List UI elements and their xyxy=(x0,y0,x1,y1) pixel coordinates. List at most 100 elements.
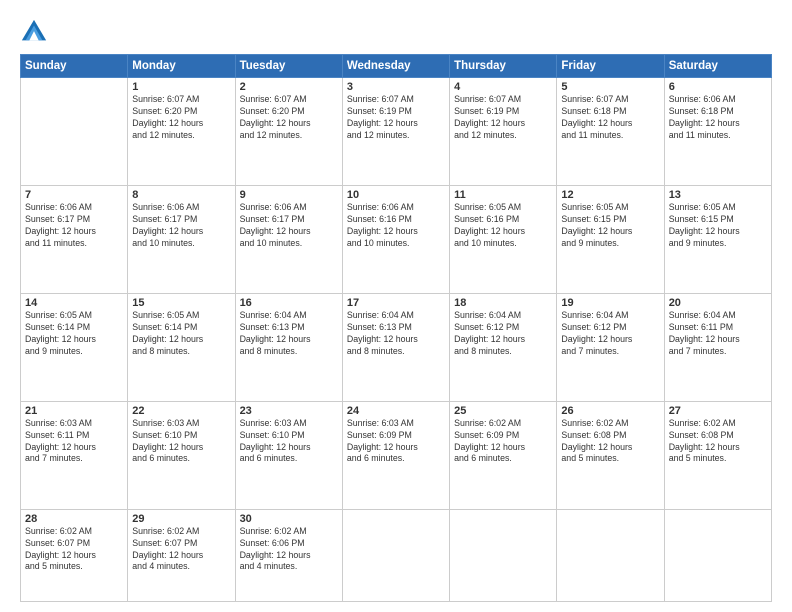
day-number: 22 xyxy=(132,405,230,417)
day-info: Sunrise: 6:05 AM Sunset: 6:16 PM Dayligh… xyxy=(454,202,552,250)
calendar-cell: 15Sunrise: 6:05 AM Sunset: 6:14 PM Dayli… xyxy=(128,293,235,401)
day-info: Sunrise: 6:06 AM Sunset: 6:16 PM Dayligh… xyxy=(347,202,445,250)
day-number: 5 xyxy=(561,81,659,93)
calendar-cell: 21Sunrise: 6:03 AM Sunset: 6:11 PM Dayli… xyxy=(21,401,128,509)
weekday-header-sunday: Sunday xyxy=(21,55,128,78)
day-info: Sunrise: 6:04 AM Sunset: 6:11 PM Dayligh… xyxy=(669,310,767,358)
calendar-cell: 28Sunrise: 6:02 AM Sunset: 6:07 PM Dayli… xyxy=(21,509,128,601)
weekday-header-row: SundayMondayTuesdayWednesdayThursdayFrid… xyxy=(21,55,772,78)
day-info: Sunrise: 6:05 AM Sunset: 6:14 PM Dayligh… xyxy=(132,310,230,358)
day-number: 13 xyxy=(669,189,767,201)
calendar-cell: 19Sunrise: 6:04 AM Sunset: 6:12 PM Dayli… xyxy=(557,293,664,401)
calendar-cell xyxy=(342,509,449,601)
day-number: 27 xyxy=(669,405,767,417)
calendar-cell xyxy=(664,509,771,601)
day-number: 3 xyxy=(347,81,445,93)
calendar-cell xyxy=(557,509,664,601)
week-row-3: 14Sunrise: 6:05 AM Sunset: 6:14 PM Dayli… xyxy=(21,293,772,401)
calendar-cell: 8Sunrise: 6:06 AM Sunset: 6:17 PM Daylig… xyxy=(128,185,235,293)
day-info: Sunrise: 6:02 AM Sunset: 6:09 PM Dayligh… xyxy=(454,418,552,466)
day-number: 2 xyxy=(240,81,338,93)
calendar-cell: 25Sunrise: 6:02 AM Sunset: 6:09 PM Dayli… xyxy=(450,401,557,509)
calendar-cell: 18Sunrise: 6:04 AM Sunset: 6:12 PM Dayli… xyxy=(450,293,557,401)
day-info: Sunrise: 6:03 AM Sunset: 6:11 PM Dayligh… xyxy=(25,418,123,466)
week-row-4: 21Sunrise: 6:03 AM Sunset: 6:11 PM Dayli… xyxy=(21,401,772,509)
day-info: Sunrise: 6:06 AM Sunset: 6:18 PM Dayligh… xyxy=(669,94,767,142)
day-info: Sunrise: 6:03 AM Sunset: 6:09 PM Dayligh… xyxy=(347,418,445,466)
day-number: 16 xyxy=(240,297,338,309)
day-info: Sunrise: 6:07 AM Sunset: 6:20 PM Dayligh… xyxy=(240,94,338,142)
day-number: 6 xyxy=(669,81,767,93)
calendar-cell: 1Sunrise: 6:07 AM Sunset: 6:20 PM Daylig… xyxy=(128,78,235,186)
calendar-cell: 3Sunrise: 6:07 AM Sunset: 6:19 PM Daylig… xyxy=(342,78,449,186)
calendar-cell: 24Sunrise: 6:03 AM Sunset: 6:09 PM Dayli… xyxy=(342,401,449,509)
logo xyxy=(20,18,52,46)
weekday-header-saturday: Saturday xyxy=(664,55,771,78)
day-info: Sunrise: 6:07 AM Sunset: 6:19 PM Dayligh… xyxy=(347,94,445,142)
day-number: 10 xyxy=(347,189,445,201)
week-row-5: 28Sunrise: 6:02 AM Sunset: 6:07 PM Dayli… xyxy=(21,509,772,601)
day-info: Sunrise: 6:02 AM Sunset: 6:07 PM Dayligh… xyxy=(25,526,123,574)
day-number: 28 xyxy=(25,513,123,525)
day-number: 8 xyxy=(132,189,230,201)
day-number: 12 xyxy=(561,189,659,201)
day-number: 24 xyxy=(347,405,445,417)
calendar-cell: 13Sunrise: 6:05 AM Sunset: 6:15 PM Dayli… xyxy=(664,185,771,293)
calendar-cell: 9Sunrise: 6:06 AM Sunset: 6:17 PM Daylig… xyxy=(235,185,342,293)
calendar-cell: 16Sunrise: 6:04 AM Sunset: 6:13 PM Dayli… xyxy=(235,293,342,401)
calendar-cell: 30Sunrise: 6:02 AM Sunset: 6:06 PM Dayli… xyxy=(235,509,342,601)
weekday-header-monday: Monday xyxy=(128,55,235,78)
day-number: 26 xyxy=(561,405,659,417)
day-number: 9 xyxy=(240,189,338,201)
day-info: Sunrise: 6:07 AM Sunset: 6:20 PM Dayligh… xyxy=(132,94,230,142)
day-info: Sunrise: 6:06 AM Sunset: 6:17 PM Dayligh… xyxy=(132,202,230,250)
calendar-cell: 26Sunrise: 6:02 AM Sunset: 6:08 PM Dayli… xyxy=(557,401,664,509)
calendar-cell: 29Sunrise: 6:02 AM Sunset: 6:07 PM Dayli… xyxy=(128,509,235,601)
day-number: 18 xyxy=(454,297,552,309)
day-number: 17 xyxy=(347,297,445,309)
day-number: 25 xyxy=(454,405,552,417)
header xyxy=(20,18,772,46)
day-info: Sunrise: 6:02 AM Sunset: 6:08 PM Dayligh… xyxy=(669,418,767,466)
calendar-cell: 11Sunrise: 6:05 AM Sunset: 6:16 PM Dayli… xyxy=(450,185,557,293)
day-number: 21 xyxy=(25,405,123,417)
day-info: Sunrise: 6:02 AM Sunset: 6:07 PM Dayligh… xyxy=(132,526,230,574)
day-info: Sunrise: 6:04 AM Sunset: 6:13 PM Dayligh… xyxy=(347,310,445,358)
day-number: 19 xyxy=(561,297,659,309)
day-info: Sunrise: 6:07 AM Sunset: 6:18 PM Dayligh… xyxy=(561,94,659,142)
day-info: Sunrise: 6:03 AM Sunset: 6:10 PM Dayligh… xyxy=(240,418,338,466)
calendar-cell xyxy=(450,509,557,601)
calendar-cell: 20Sunrise: 6:04 AM Sunset: 6:11 PM Dayli… xyxy=(664,293,771,401)
calendar-cell: 5Sunrise: 6:07 AM Sunset: 6:18 PM Daylig… xyxy=(557,78,664,186)
weekday-header-friday: Friday xyxy=(557,55,664,78)
day-number: 4 xyxy=(454,81,552,93)
calendar-cell: 27Sunrise: 6:02 AM Sunset: 6:08 PM Dayli… xyxy=(664,401,771,509)
calendar-cell: 23Sunrise: 6:03 AM Sunset: 6:10 PM Dayli… xyxy=(235,401,342,509)
day-info: Sunrise: 6:04 AM Sunset: 6:13 PM Dayligh… xyxy=(240,310,338,358)
day-info: Sunrise: 6:02 AM Sunset: 6:06 PM Dayligh… xyxy=(240,526,338,574)
calendar-cell: 22Sunrise: 6:03 AM Sunset: 6:10 PM Dayli… xyxy=(128,401,235,509)
day-info: Sunrise: 6:05 AM Sunset: 6:14 PM Dayligh… xyxy=(25,310,123,358)
day-number: 11 xyxy=(454,189,552,201)
day-number: 15 xyxy=(132,297,230,309)
calendar-cell: 4Sunrise: 6:07 AM Sunset: 6:19 PM Daylig… xyxy=(450,78,557,186)
calendar-cell: 10Sunrise: 6:06 AM Sunset: 6:16 PM Dayli… xyxy=(342,185,449,293)
day-info: Sunrise: 6:03 AM Sunset: 6:10 PM Dayligh… xyxy=(132,418,230,466)
weekday-header-thursday: Thursday xyxy=(450,55,557,78)
day-number: 14 xyxy=(25,297,123,309)
weekday-header-wednesday: Wednesday xyxy=(342,55,449,78)
day-info: Sunrise: 6:04 AM Sunset: 6:12 PM Dayligh… xyxy=(561,310,659,358)
page: SundayMondayTuesdayWednesdayThursdayFrid… xyxy=(0,0,792,612)
day-info: Sunrise: 6:06 AM Sunset: 6:17 PM Dayligh… xyxy=(240,202,338,250)
calendar-cell: 2Sunrise: 6:07 AM Sunset: 6:20 PM Daylig… xyxy=(235,78,342,186)
week-row-1: 1Sunrise: 6:07 AM Sunset: 6:20 PM Daylig… xyxy=(21,78,772,186)
calendar-cell: 12Sunrise: 6:05 AM Sunset: 6:15 PM Dayli… xyxy=(557,185,664,293)
day-info: Sunrise: 6:05 AM Sunset: 6:15 PM Dayligh… xyxy=(669,202,767,250)
day-info: Sunrise: 6:04 AM Sunset: 6:12 PM Dayligh… xyxy=(454,310,552,358)
day-info: Sunrise: 6:05 AM Sunset: 6:15 PM Dayligh… xyxy=(561,202,659,250)
day-number: 23 xyxy=(240,405,338,417)
day-number: 7 xyxy=(25,189,123,201)
day-info: Sunrise: 6:02 AM Sunset: 6:08 PM Dayligh… xyxy=(561,418,659,466)
day-info: Sunrise: 6:06 AM Sunset: 6:17 PM Dayligh… xyxy=(25,202,123,250)
day-number: 30 xyxy=(240,513,338,525)
